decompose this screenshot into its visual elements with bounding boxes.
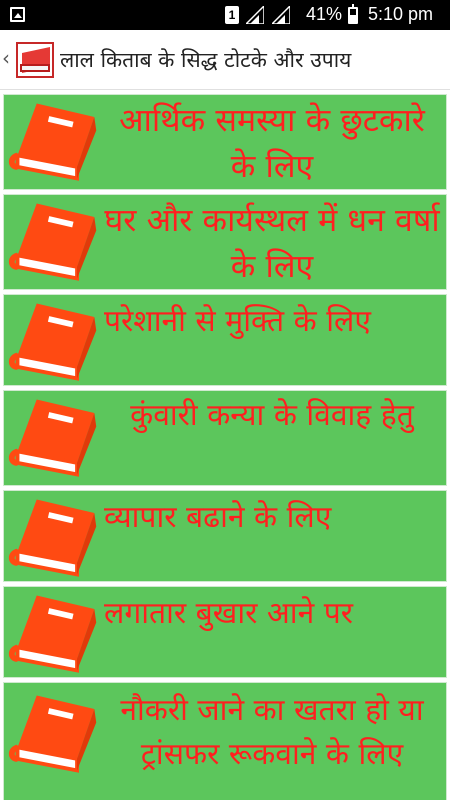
list-item-label: आर्थिक समस्या के छुटकारे के लिए: [119, 101, 425, 185]
battery-icon: [348, 4, 358, 24]
list-item-unmarried-girl-marriage[interactable]: कुंवारी कन्या के विवाह हेतु: [3, 390, 447, 486]
list-item-wealth-home-work[interactable]: घर और कार्यस्थल में धन वर्षा के लिए: [3, 194, 447, 290]
app-logo-icon[interactable]: [16, 42, 54, 78]
clock: 5:10 pm: [368, 4, 434, 24]
chevron-left-icon[interactable]: ‹: [2, 48, 10, 68]
list-item-financial-problem[interactable]: आर्थिक समस्या के छुटकारे के लिए: [3, 94, 447, 190]
list-item-label: घर और कार्यस्थल में धन वर्षा के लिए: [104, 201, 440, 285]
list-item-label: परेशानी से मुक्ति के लिए: [104, 304, 371, 339]
signal-strength-icon-2: [272, 6, 290, 24]
book-icon: [8, 399, 97, 477]
gallery-notification-icon: [10, 7, 25, 22]
book-icon: [8, 695, 97, 773]
sim-slot-badge: 1: [225, 6, 239, 24]
book-icon: [8, 595, 97, 673]
book-icon: [8, 499, 97, 577]
list-item-continuous-fever[interactable]: लगातार बुखार आने पर: [3, 586, 447, 678]
battery-percent: 41%: [306, 4, 343, 24]
list-item-label: कुंवारी कन्या के विवाह हेतु: [130, 398, 414, 433]
app-bar: ‹ लाल किताब के सिद्ध टोटके और उपाय: [0, 30, 450, 90]
book-icon: [8, 103, 97, 181]
status-bar: 1 41% 5:10 pm: [0, 0, 450, 30]
signal-strength-icon: [246, 6, 264, 24]
list-item-label: लगातार बुखार आने पर: [104, 596, 354, 631]
list-item-job-loss-transfer[interactable]: नौकरी जाने का खतरा हो या ट्रांसफर रूकवान…: [3, 682, 447, 800]
book-icon: [8, 303, 97, 381]
book-icon: [8, 203, 97, 281]
list-item-grow-business[interactable]: व्यापार बढाने के लिए: [3, 490, 447, 582]
page-title: लाल किताब के सिद्ध टोटके और उपाय: [60, 48, 352, 72]
list-item-label: व्यापार बढाने के लिए: [104, 500, 332, 535]
app-logo-book-pages: [20, 64, 50, 72]
list-item-relief-from-trouble[interactable]: परेशानी से मुक्ति के लिए: [3, 294, 447, 386]
list-item-label: नौकरी जाने का खतरा हो या ट्रांसफर रूकवान…: [120, 693, 424, 772]
